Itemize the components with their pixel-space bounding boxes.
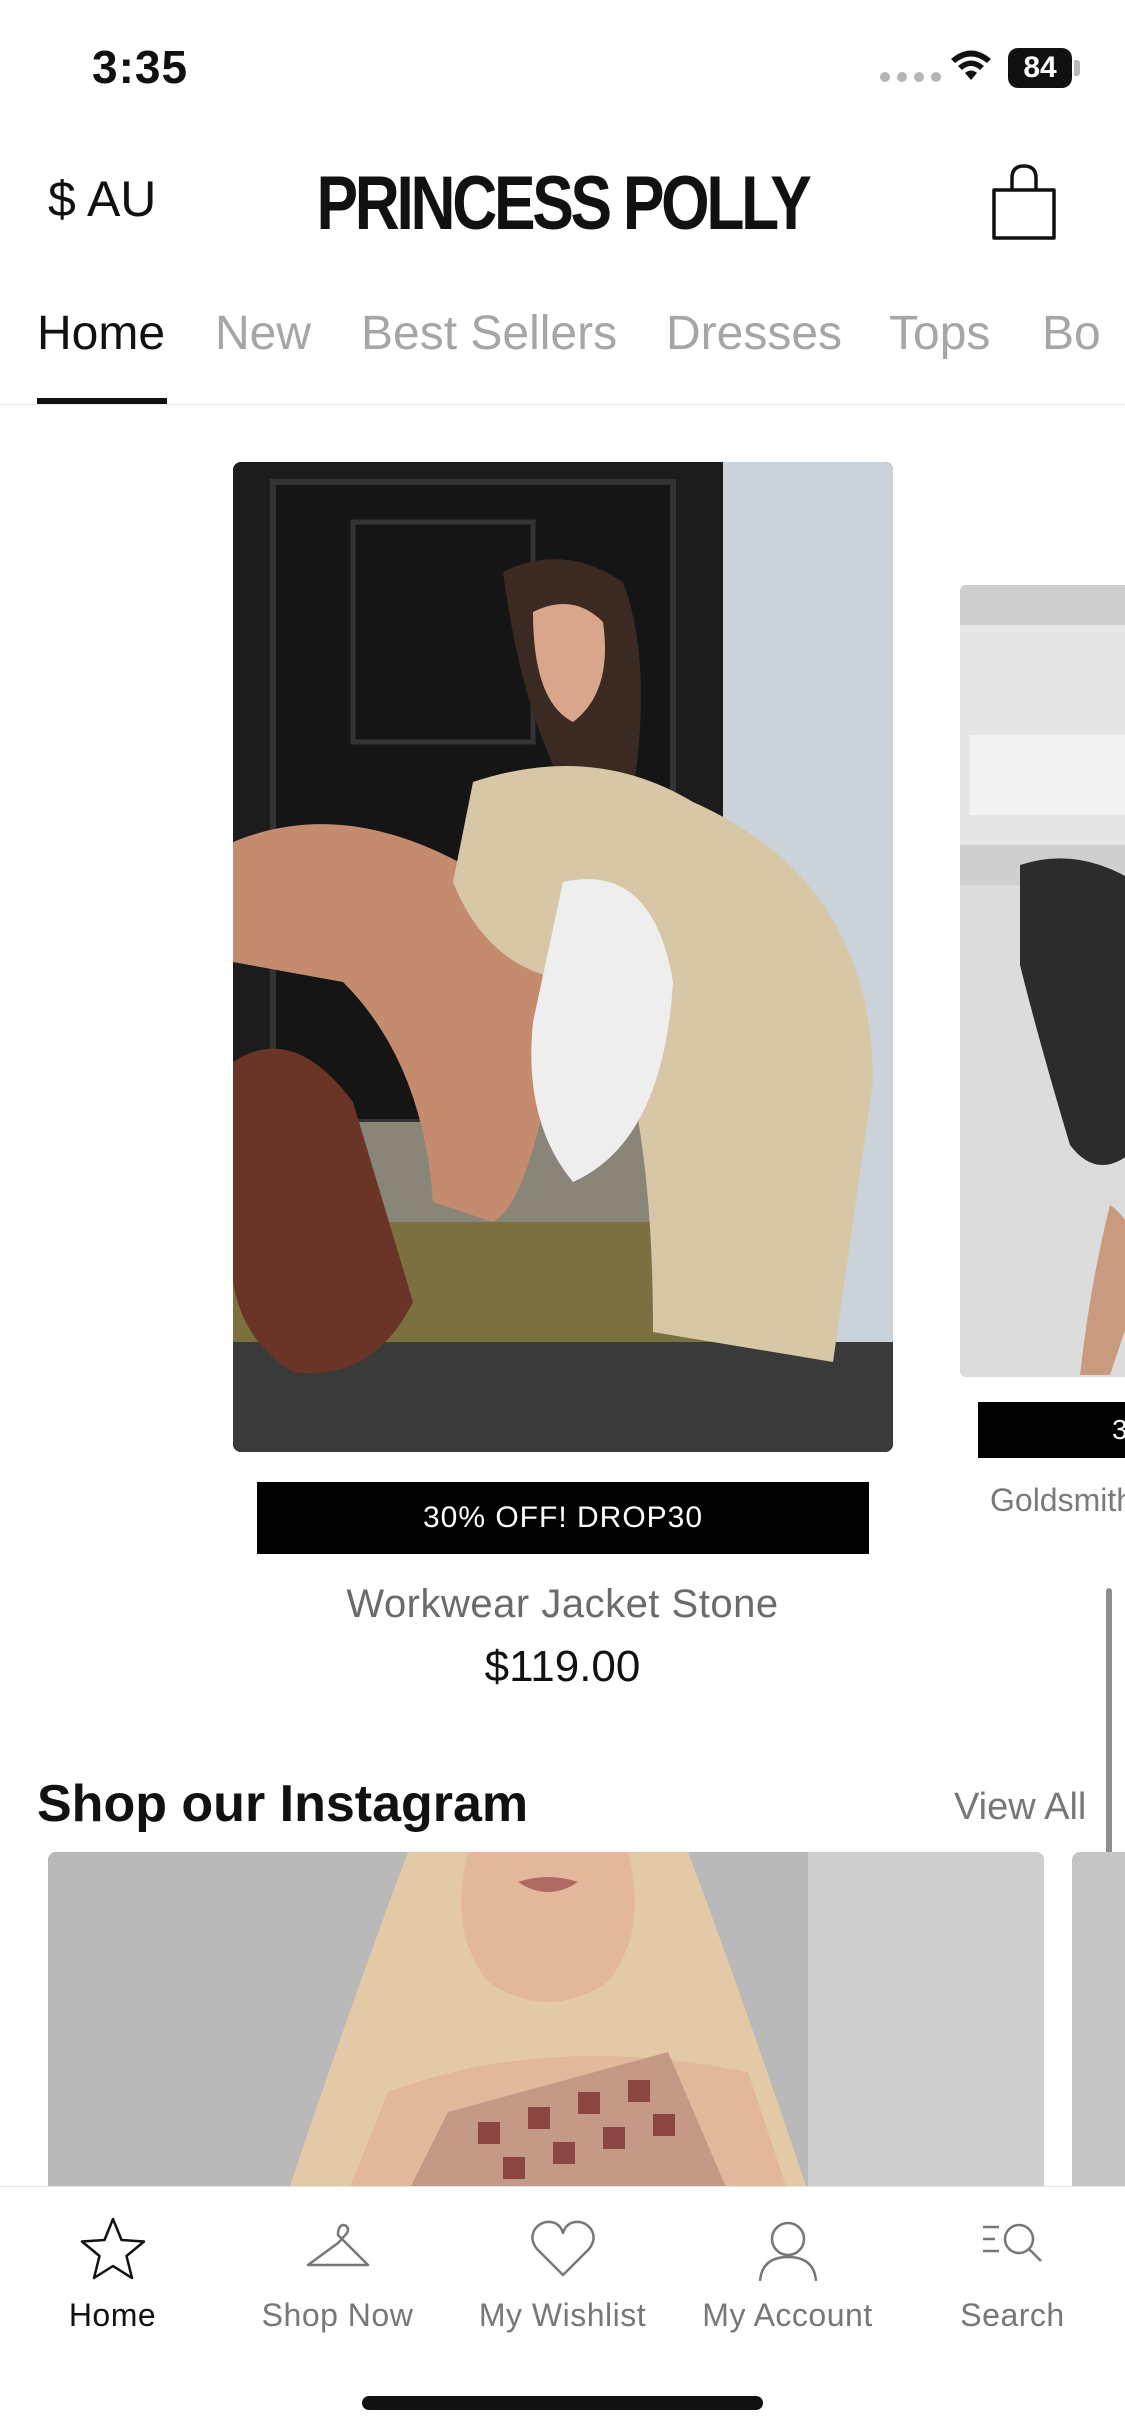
wifi-icon [951, 50, 991, 80]
tab-bottoms[interactable]: Bo [1042, 306, 1101, 361]
instagram-image[interactable] [48, 1852, 1044, 2192]
search-icon [982, 2223, 1042, 2262]
status-time: 3:35 [92, 41, 189, 93]
tab-new[interactable]: New [215, 306, 311, 361]
nav-label-my-wishlist: My Wishlist [478, 2297, 647, 2333]
product-price: $119.00 [484, 1642, 641, 1691]
status-bar: 3:35 84 [0, 0, 1125, 140]
promo-banner-next[interactable]: 3 [978, 1402, 1125, 1458]
battery-tip [1074, 60, 1080, 76]
user-icon [758, 2221, 817, 2282]
promo-banner[interactable]: 30% OFF! DROP30 [257, 1482, 869, 1554]
nav-my-account[interactable]: My Account [675, 2213, 900, 2334]
instagram-section-title: Shop our Instagram [37, 1775, 529, 1833]
product-name[interactable]: Workwear Jacket Stone [0, 1582, 1125, 1627]
nav-search[interactable]: Search [900, 2213, 1125, 2334]
hanger-icon [306, 2223, 369, 2267]
tab-dresses[interactable]: Dresses [666, 306, 842, 361]
brand-logo[interactable]: PRINCESS POLLY [101, 160, 1024, 247]
instagram-photo-illustration [48, 1852, 1044, 2192]
product-image[interactable] [233, 462, 893, 1452]
product-photo-next-illustration [960, 585, 1125, 1377]
heart-icon [530, 2220, 595, 2277]
shopping-bag-icon[interactable] [988, 160, 1060, 242]
nav-shop-now[interactable]: Shop Now [225, 2213, 450, 2334]
product-name-next[interactable]: Goldsmith [990, 1482, 1125, 1519]
app-header: $ AU PRINCESS POLLY [0, 140, 1125, 260]
star-icon [80, 2217, 145, 2280]
nav-home[interactable]: Home [0, 2213, 225, 2334]
category-tabs: Home New Best Sellers Dresses Tops Bo [0, 290, 1125, 405]
active-tab-indicator [37, 398, 167, 404]
tab-home[interactable]: Home [37, 306, 165, 361]
cellular-icon [880, 72, 941, 82]
nav-label-my-account: My Account [702, 2297, 873, 2333]
nav-label-home: Home [68, 2297, 157, 2333]
product-photo-illustration [233, 462, 893, 1452]
view-all-link[interactable]: View All [954, 1786, 1086, 1829]
tab-tops[interactable]: Tops [889, 306, 990, 361]
nav-label-search: Search [960, 2297, 1065, 2333]
instagram-image-next[interactable] [1072, 1852, 1125, 2192]
battery-icon: 84 [1008, 48, 1072, 88]
nav-my-wishlist[interactable]: My Wishlist [450, 2213, 675, 2334]
tab-best-sellers[interactable]: Best Sellers [361, 306, 617, 361]
nav-label-shop-now: Shop Now [261, 2297, 414, 2333]
product-image-next[interactable] [960, 585, 1125, 1377]
home-indicator[interactable] [362, 2396, 763, 2410]
